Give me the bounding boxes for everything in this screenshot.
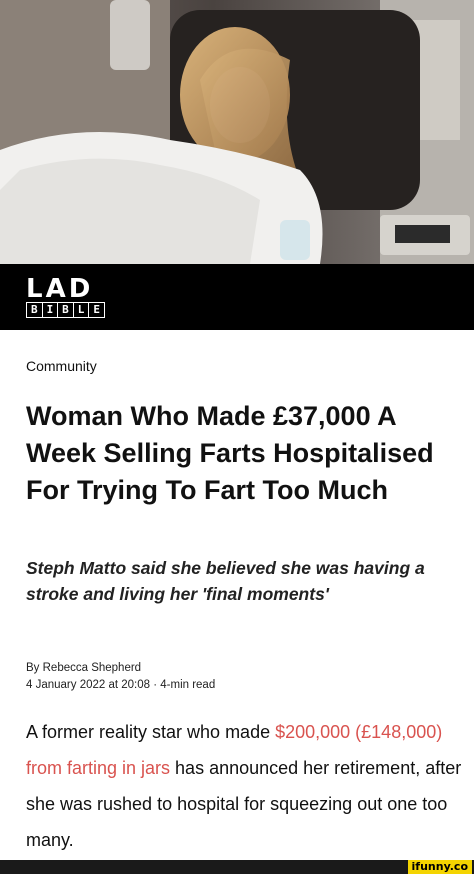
logo-letter: I [41, 302, 59, 318]
logo-letter: B [26, 302, 43, 318]
ladbible-logo[interactable]: LAD B I B L E [26, 274, 105, 318]
logo-letter: B [57, 302, 74, 318]
hero-photo [0, 0, 474, 264]
article-category[interactable]: Community [26, 358, 97, 374]
article-byline: By Rebecca Shepherd 4 January 2022 at 20… [26, 660, 215, 694]
hospital-photo-illustration [0, 0, 474, 264]
publish-meta: 4 January 2022 at 20:08 · 4-min read [26, 679, 216, 691]
author-name[interactable]: By Rebecca Shepherd [26, 660, 215, 677]
body-text-before: A former reality star who made [26, 722, 276, 742]
article-headline: Woman Who Made £37,000 A Week Selling Fa… [26, 401, 434, 505]
footer-bar [0, 860, 474, 874]
article-body: A former reality star who made $200,000 … [26, 714, 466, 858]
ifunny-watermark: ifunny.co [407, 860, 472, 874]
article-subheadline: Steph Matto said she believed she was ha… [26, 558, 425, 604]
logo-wordmark-top: LAD [26, 274, 94, 304]
logo-wordmark-bottom: B I B L E [26, 302, 105, 318]
logo-letter: L [72, 302, 90, 318]
logo-letter: E [88, 302, 105, 318]
